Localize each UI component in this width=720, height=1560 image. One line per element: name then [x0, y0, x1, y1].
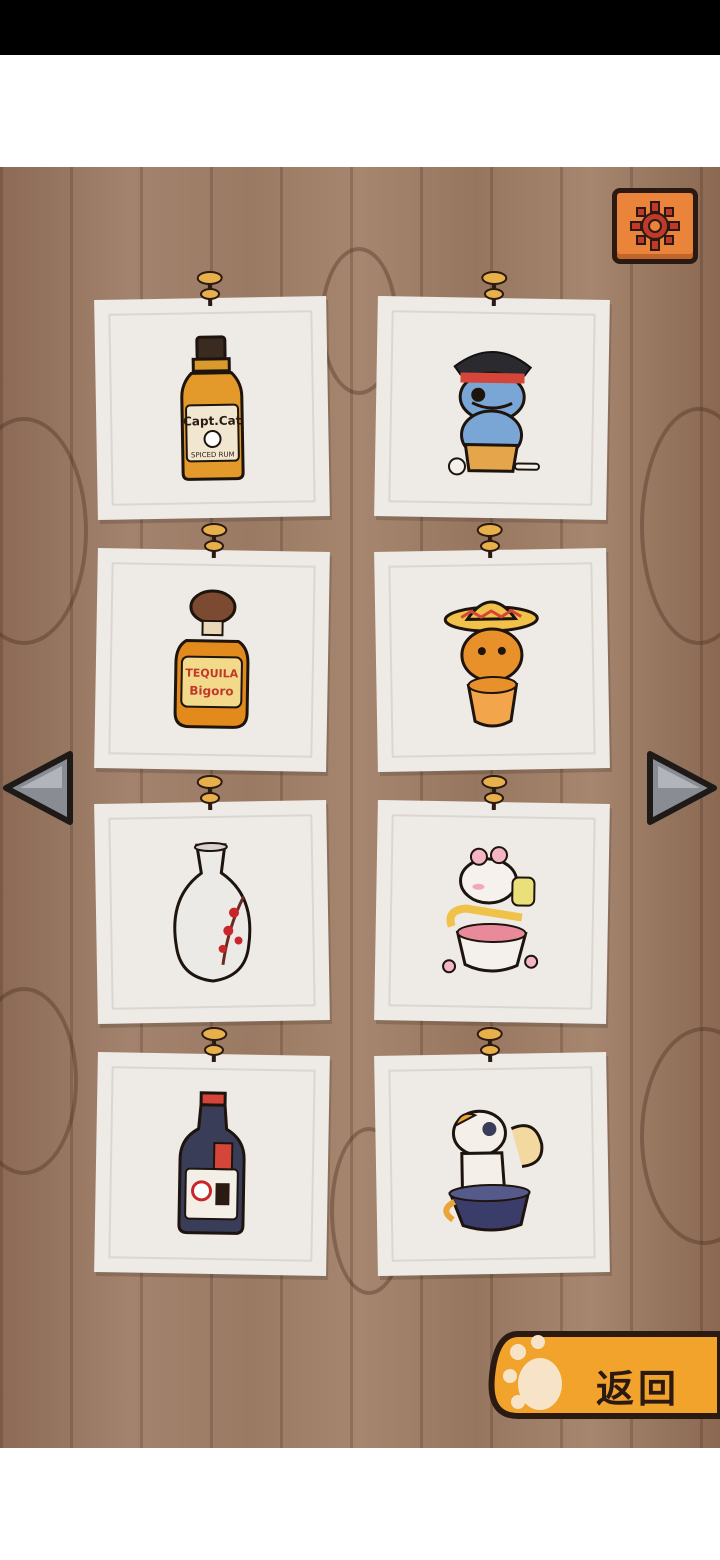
card-sake-bottle[interactable] — [94, 1027, 330, 1277]
card-bowl-cat[interactable] — [374, 1027, 610, 1277]
pin-icon — [196, 271, 223, 307]
sombrero-cat-icon — [443, 600, 539, 728]
previous-page-button[interactable] — [0, 748, 78, 828]
card-sake-vase[interactable] — [94, 775, 330, 1025]
card-pirate-cat[interactable] — [374, 271, 610, 521]
svg-text:Bigoro: Bigoro — [189, 684, 234, 699]
pin-icon — [196, 775, 223, 811]
next-page-button[interactable] — [642, 748, 720, 828]
rum-bottle-icon: Capt.Cat SPICED RUM — [180, 335, 245, 481]
pin-icon — [481, 775, 508, 811]
card-tequila-bottle[interactable]: TEQUILA Bigoro — [94, 523, 330, 773]
card-blossom-cat[interactable] — [374, 775, 610, 1025]
sake-bottle-icon — [177, 1091, 246, 1235]
settings-button[interactable] — [612, 188, 698, 264]
pirate-cat-icon — [447, 351, 540, 476]
pin-icon — [201, 523, 228, 559]
tequila-bottle-icon: TEQUILA Bigoro — [173, 589, 250, 729]
card-rum-bottle[interactable]: Capt.Cat SPICED RUM — [94, 271, 330, 521]
pin-icon — [481, 271, 508, 307]
pin-icon — [201, 1027, 228, 1063]
pin-icon — [476, 523, 503, 559]
svg-text:SPICED RUM: SPICED RUM — [191, 451, 235, 460]
blossom-cat-icon — [442, 846, 539, 974]
back-button-label[interactable]: 返回 — [596, 1358, 680, 1413]
svg-text:Capt.Cat: Capt.Cat — [183, 413, 242, 428]
svg-text:TEQUILA: TEQUILA — [185, 667, 239, 681]
status-bar — [0, 0, 720, 55]
pin-icon — [476, 1027, 503, 1063]
bowl-cat-icon — [443, 1109, 544, 1232]
gear-icon — [630, 201, 680, 251]
sake-vase-icon — [173, 842, 252, 983]
card-sombrero-cat[interactable] — [374, 523, 610, 773]
